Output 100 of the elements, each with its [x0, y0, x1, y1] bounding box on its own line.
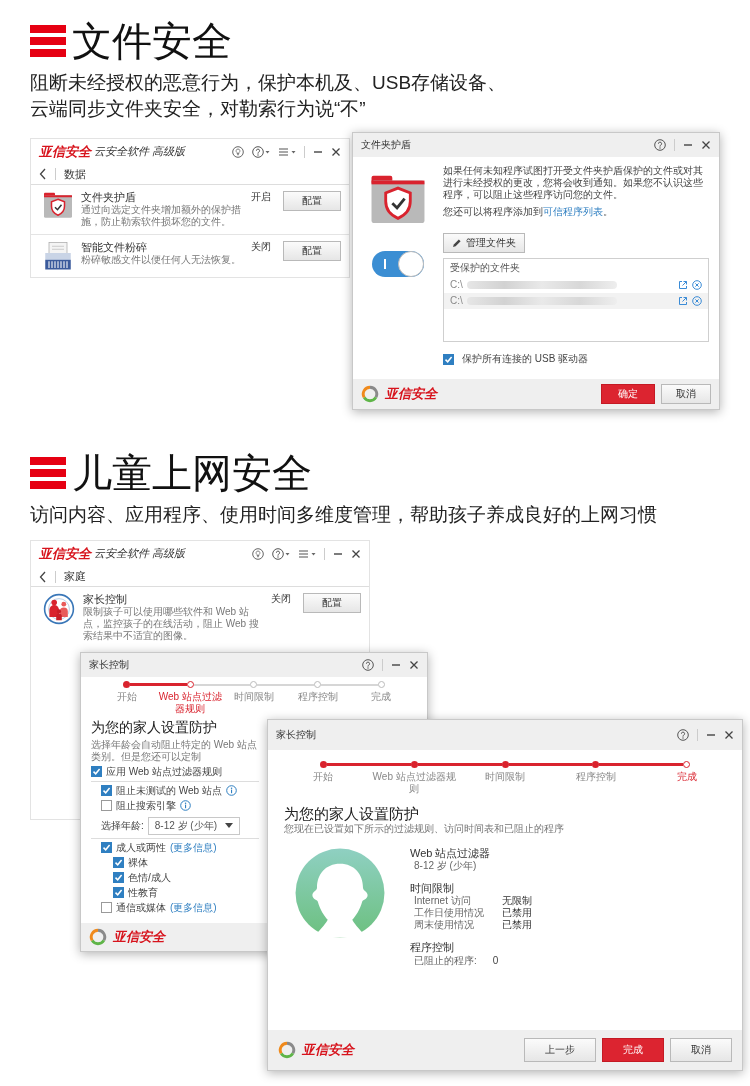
age-select[interactable]: 8-12 岁 (少年) — [147, 816, 240, 835]
close-icon[interactable] — [701, 140, 711, 150]
step-label: Web 站点过滤器规则 — [371, 771, 457, 795]
secondary-button[interactable]: 上一步 — [524, 1038, 596, 1062]
feature-status: 开启 — [251, 190, 271, 203]
step-label: 开始 — [116, 691, 137, 703]
feature-name: 文件夹护盾 — [81, 190, 137, 204]
summary-value: 0 — [492, 954, 499, 967]
intro-text: 如果任何未知程序试图打开受文件夹护盾保护的文件或对其进行未经授权的更改，您将会收到通知。如果您不认识这些程序，可以阻止这些程序访问您的文件。 — [443, 165, 704, 201]
description-line: 云端同步文件夹安全，对勒索行为说“不” — [30, 97, 367, 121]
feature-description: 通过向选定文件夹增加额外的保护措施，防止勒索软件损坏您的文件。 — [81, 204, 242, 228]
feature-name: 家长控制 — [83, 593, 128, 607]
checkbox[interactable] — [91, 766, 102, 778]
info-icon[interactable] — [180, 800, 191, 812]
folder-path: C:\ — [450, 295, 463, 307]
summary-value: 8-12 岁 (少年) — [413, 860, 478, 873]
help-icon[interactable] — [654, 139, 666, 151]
product-name: 云安全软件 高级版 — [94, 145, 186, 159]
wizard-subtitle: 您现在已设置如下所示的过滤规则、访问时间表和已阻止的程序 — [284, 823, 565, 835]
open-external-icon[interactable] — [678, 280, 688, 290]
checkbox-label: 色情/成人 — [128, 871, 171, 884]
bulb-icon[interactable] — [252, 548, 264, 560]
family-globe-icon — [43, 593, 75, 625]
usb-label: 保护所有连接的 USB 驱动器 — [462, 353, 589, 365]
summary-heading: 程序控制 — [410, 941, 455, 955]
trusted-text: 您还可以将程序添加到可信程序列表。 — [443, 206, 614, 218]
close-icon[interactable] — [331, 146, 341, 157]
brand-name: 亚信安全 — [302, 1042, 354, 1058]
step-label: 完成 — [371, 691, 392, 703]
back-icon[interactable] — [39, 570, 47, 583]
configure-button[interactable]: 配置 — [283, 190, 341, 211]
summary-value: 无限制 — [502, 895, 532, 907]
summary-label: 周末使用情况 — [414, 919, 475, 932]
trusted-list-link[interactable]: 可信程序列表 — [543, 206, 603, 217]
feature-description: 限制孩子可以使用哪些软件和 Web 站点，监控孩子的在线活动，阻止 Web 搜索结果中不适宜的图像。 — [83, 606, 260, 643]
folder-row[interactable]: C:\ — [444, 277, 708, 293]
step-label: 时间限制 — [234, 691, 274, 703]
list-header: 受保护的文件夹 — [449, 261, 521, 275]
field-label: 选择年龄: — [101, 819, 144, 832]
checkbox[interactable] — [443, 353, 454, 365]
shield-folder-icon — [369, 173, 427, 225]
checkbox[interactable] — [101, 785, 112, 797]
manage-folders-button[interactable]: 管理文件夹 — [443, 233, 525, 253]
help-icon[interactable] — [362, 659, 374, 671]
configure-button[interactable]: 配置 — [283, 241, 341, 261]
heading-bars-icon — [30, 24, 66, 58]
remove-icon[interactable] — [692, 280, 702, 290]
checkbox-label: 裸体 — [128, 856, 148, 869]
summary-heading: Web 站点过滤器 — [410, 847, 492, 860]
info-icon[interactable] — [225, 785, 237, 797]
help-icon[interactable] — [677, 729, 689, 741]
toggle-switch[interactable] — [372, 251, 424, 277]
checkbox[interactable] — [113, 872, 124, 884]
bulb-icon[interactable] — [232, 145, 244, 158]
secondary-button[interactable]: 取消 — [670, 1038, 732, 1062]
checkbox[interactable] — [101, 800, 112, 812]
logo-icon — [278, 1041, 296, 1059]
page-title: 数据 — [64, 167, 86, 181]
remove-icon[interactable] — [692, 296, 702, 306]
menu-icon[interactable] — [298, 548, 316, 560]
confirm-button[interactable]: 确定 — [601, 384, 655, 404]
checkbox-label: 应用 Web 站点过滤器规则 — [106, 765, 222, 778]
close-icon[interactable] — [724, 730, 734, 740]
configure-button[interactable]: 配置 — [303, 593, 361, 613]
menu-icon[interactable] — [278, 145, 296, 158]
heading-bars-icon — [30, 456, 66, 490]
summary-value: 已禁用 — [502, 919, 532, 932]
description-line: 访问内容、应用程序、使用时间多维度管理，帮助孩子养成良好的上网习惯 — [30, 503, 658, 527]
feature-status: 关闭 — [271, 593, 291, 605]
checkbox[interactable] — [113, 857, 124, 869]
shredder-icon — [43, 241, 73, 271]
step-label: 完成 — [676, 771, 697, 783]
dialog-title: 家长控制 — [89, 659, 129, 671]
confirm-button[interactable]: 完成 — [602, 1038, 664, 1062]
section-heading: 文件安全 — [72, 18, 232, 64]
brand-name: 亚信安全 — [39, 546, 91, 562]
secondary-button[interactable]: 取消 — [661, 384, 711, 404]
summary-label: Internet 访问 — [414, 895, 472, 907]
summary-value: 已禁用 — [502, 907, 532, 919]
brand-name: 亚信安全 — [39, 144, 91, 160]
step-label: 时间限制 — [485, 771, 525, 783]
more-info-link[interactable]: (更多信息) — [170, 901, 217, 914]
checkbox-label: 通信或媒体 — [116, 901, 166, 914]
close-icon[interactable] — [351, 549, 361, 559]
close-icon[interactable] — [409, 660, 419, 670]
checkbox[interactable] — [101, 842, 112, 854]
checkbox[interactable] — [101, 902, 112, 914]
help-menu-icon[interactable] — [272, 548, 290, 560]
checkbox[interactable] — [113, 887, 124, 899]
back-icon[interactable] — [39, 168, 47, 181]
summary-label: 工作日使用情况 — [414, 907, 484, 919]
wizard-heading: 为您的家人设置防护 — [284, 805, 420, 823]
more-info-link[interactable]: (更多信息) — [170, 841, 217, 854]
feature-description: 粉碎敏感文件以便任何人无法恢复。 — [81, 254, 242, 267]
summary-heading: 时间限制 — [410, 882, 455, 895]
help-menu-icon[interactable] — [252, 145, 270, 158]
open-external-icon[interactable] — [678, 296, 688, 306]
summary-label: 已阻止的程序: — [414, 954, 477, 967]
product-name: 云安全软件 高级版 — [94, 547, 186, 561]
checkbox-label: 阻止未测试的 Web 站点 — [116, 784, 222, 797]
